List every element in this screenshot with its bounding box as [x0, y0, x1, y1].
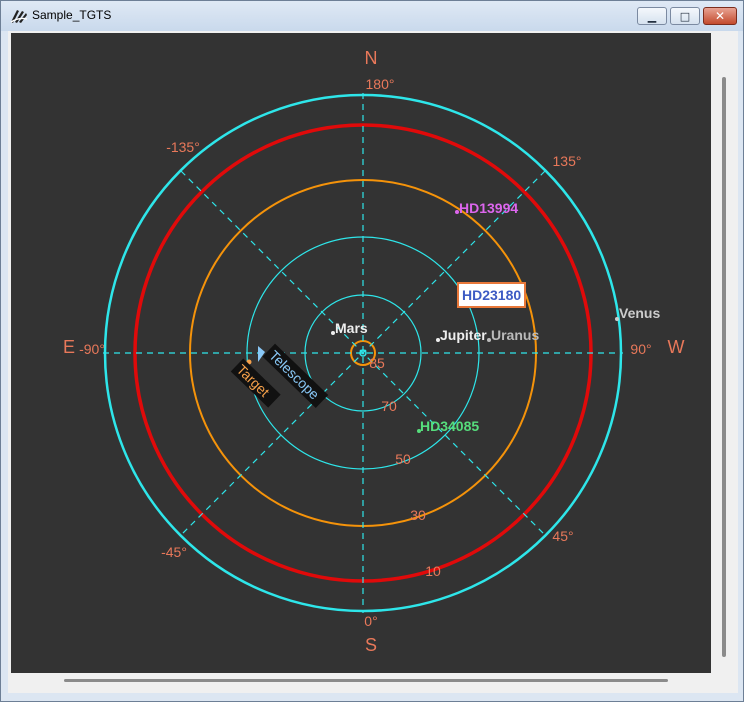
object-uranus[interactable]: Uranus [487, 327, 539, 343]
cardinal-north: N [365, 48, 378, 68]
sky-map-canvas[interactable]: N S E W 180° -135° 135° -90° 90° -45° 45… [11, 33, 711, 673]
sky-chart: N S E W 180° -135° 135° -90° 90° -45° 45… [63, 48, 685, 655]
azimuth-label-180: 180° [366, 76, 395, 92]
window-title: Sample_TGTS [32, 8, 112, 22]
client-area: N S E W 180° -135° 135° -90° 90° -45° 45… [8, 31, 738, 693]
target-label: Target [234, 361, 273, 400]
horizontal-scrollbar[interactable] [64, 679, 668, 682]
azimuth-label-90: 90° [630, 341, 651, 357]
altitude-label-30: 30 [410, 507, 426, 523]
cardinal-east: E [63, 337, 75, 357]
close-icon: ✕ [714, 9, 726, 23]
close-button[interactable]: ✕ [703, 7, 737, 25]
vertical-scrollbar[interactable] [722, 77, 726, 657]
altitude-label-50: 50 [395, 451, 411, 467]
object-label-mars: Mars [335, 320, 368, 336]
object-label-uranus: Uranus [491, 327, 539, 343]
azimuth-label-135: 135° [553, 153, 582, 169]
azimuth-label-minus-45: -45° [161, 544, 187, 560]
telescope-icon [258, 346, 265, 362]
minimize-icon: ▁ [647, 9, 657, 23]
altitude-label-70: 70 [381, 398, 397, 414]
altitude-label-10: 10 [425, 563, 441, 579]
azimuth-label-minus-135: -135° [166, 139, 200, 155]
azimuth-label-0: 0° [364, 613, 377, 629]
object-mars[interactable]: Mars [331, 320, 368, 336]
object-label-jupiter: Jupiter [440, 327, 487, 343]
object-hd23180[interactable]: HD23180 [457, 282, 526, 308]
title-bar[interactable]: Sample_TGTS ▁ □ ✕ [1, 1, 743, 31]
altitude-label-85: 85 [369, 355, 385, 371]
object-hd13994[interactable]: HD13994 [455, 200, 518, 216]
object-jupiter[interactable]: Jupiter [436, 327, 487, 343]
maximize-button[interactable]: □ [670, 7, 700, 25]
object-label-hd13994: HD13994 [459, 200, 518, 216]
object-hd34085[interactable]: HD34085 [417, 418, 479, 434]
object-label-hd23180: HD23180 [462, 287, 521, 303]
cardinal-west: W [668, 337, 685, 357]
maximize-icon: □ [679, 9, 691, 23]
app-icon [10, 10, 28, 23]
app-window: Sample_TGTS ▁ □ ✕ N S E W 180° -135° 135… [0, 0, 744, 702]
azimuth-label-45: 45° [552, 528, 573, 544]
azimuth-label-minus-90: -90° [79, 341, 105, 357]
object-label-hd34085: HD34085 [420, 418, 479, 434]
object-venus[interactable]: Venus [615, 305, 660, 321]
object-label-venus: Venus [619, 305, 660, 321]
cardinal-south: S [365, 635, 377, 655]
minimize-button[interactable]: ▁ [637, 7, 667, 25]
